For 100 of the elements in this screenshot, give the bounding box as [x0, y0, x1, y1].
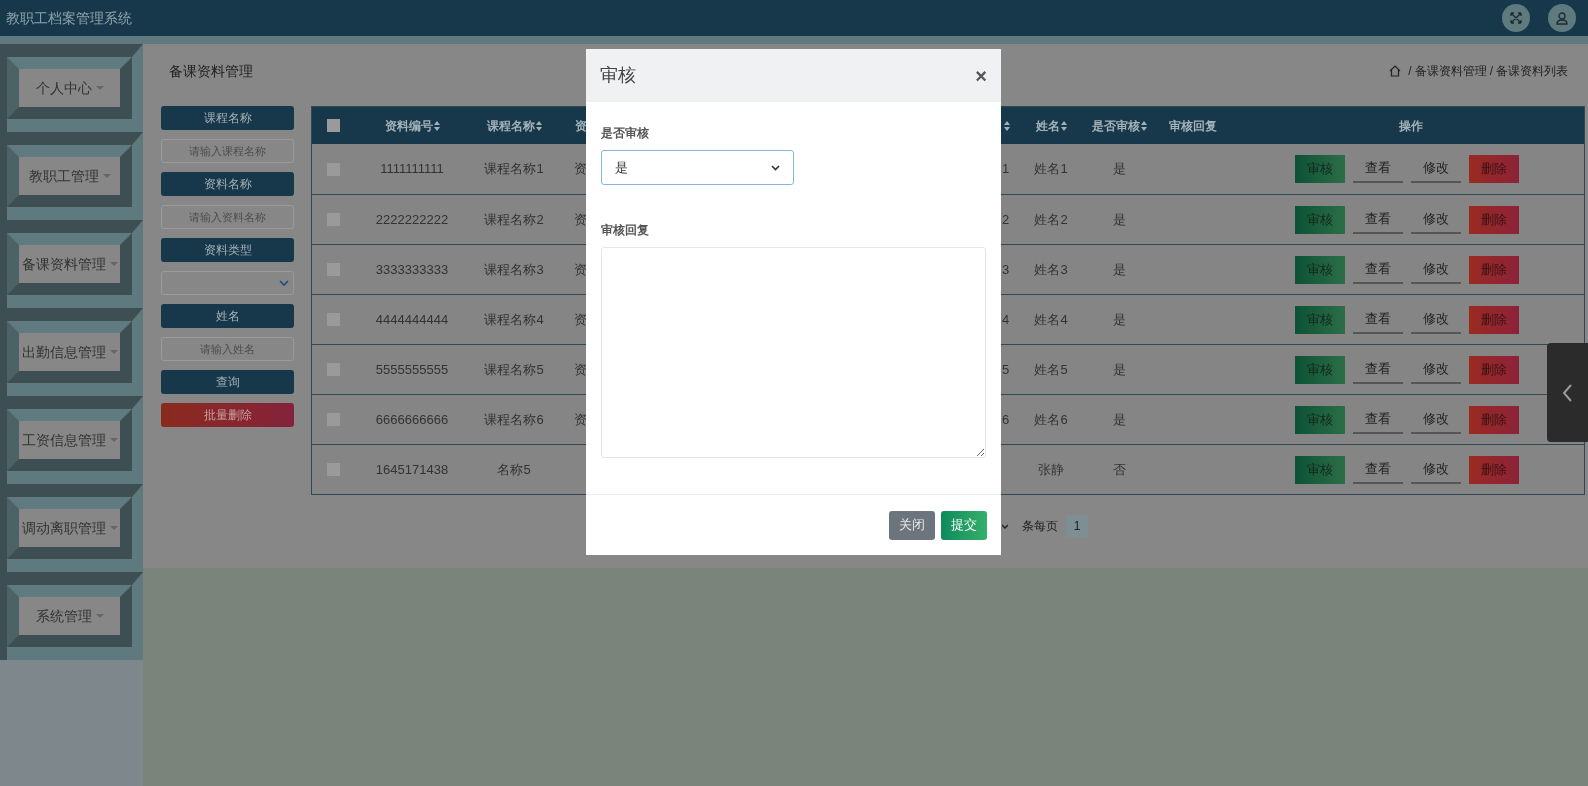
delete-button[interactable]: 删除 [1468, 155, 1519, 183]
table-cell-text: 资 [574, 160, 587, 179]
table-cell-text: 是 [1112, 310, 1126, 329]
delete-button[interactable]: 删除 [1468, 455, 1519, 484]
sidebar-item[interactable]: 教职工管理 [19, 157, 120, 195]
table-cell-text: 是 [1112, 410, 1126, 429]
table-cell-text: 课程名称6 [484, 410, 544, 429]
edit-button[interactable]: 修改 [1410, 455, 1461, 484]
table-cell-text: 课程名称2 [484, 210, 544, 229]
view-button[interactable]: 查看 [1352, 455, 1403, 484]
table-cell-text: 是 [1112, 160, 1126, 179]
sidebar-item[interactable]: 备课资料管理 [19, 245, 120, 283]
fullscreen-button[interactable] [1502, 4, 1530, 32]
caret-icon [109, 350, 118, 354]
caret-icon [109, 438, 118, 442]
edit-button[interactable]: 修改 [1410, 255, 1461, 284]
caret-icon [109, 526, 118, 530]
edit-button[interactable]: 修改 [1410, 155, 1461, 183]
edit-button[interactable]: 修改 [1410, 405, 1461, 434]
table-cell-text: 资 [574, 210, 587, 229]
table-cell-text: 是 [1112, 360, 1126, 379]
delete-button[interactable]: 删除 [1468, 355, 1519, 384]
column-header: 操作 [1398, 117, 1423, 135]
batch-delete-button[interactable]: 批量删除 [161, 403, 294, 427]
field-label: 审核回复 [601, 222, 650, 239]
delete-button[interactable]: 删除 [1468, 305, 1519, 334]
view-button[interactable]: 查看 [1352, 355, 1403, 384]
table-cell-text: 2 [1002, 210, 1010, 229]
table-cell-text: 资 [574, 410, 587, 429]
view-button[interactable]: 查看 [1352, 305, 1403, 334]
sidebar-item[interactable]: 工资信息管理 [19, 421, 120, 459]
page-button[interactable]: 1 [1066, 515, 1088, 537]
close-button[interactable]: × [975, 65, 987, 86]
column-header: 审核回复 [1169, 117, 1217, 135]
delete-button[interactable]: 删除 [1468, 255, 1519, 284]
caret-icon [95, 614, 104, 618]
caret-icon [102, 174, 111, 178]
chevron-left-icon [1562, 383, 1573, 402]
column-header: 资 [575, 117, 587, 135]
chevron-icon [771, 164, 780, 171]
checkbox[interactable] [326, 119, 340, 132]
delete-button[interactable]: 删除 [1468, 205, 1519, 234]
table-cell-text: 资 [574, 260, 587, 279]
filter-label: 资料类型 [161, 238, 294, 262]
caret-icon [95, 86, 104, 90]
app-title: 教职工档案管理系统 [6, 8, 132, 28]
sidebar-item[interactable]: 个人中心 [19, 69, 120, 107]
table-cell-text: 姓名4 [1034, 310, 1068, 329]
table-cell-text: 姓名5 [1034, 360, 1068, 379]
view-button[interactable]: 查看 [1352, 405, 1403, 434]
table-cell-text: 否 [1112, 460, 1126, 479]
user-button[interactable] [1548, 4, 1576, 32]
column-header: 是否审核 [1091, 117, 1140, 135]
reply-textarea[interactable] [601, 247, 986, 458]
table-cell-text: 姓名2 [1034, 210, 1068, 229]
filter-label: 课程名称 [161, 106, 294, 130]
breadcrumb-link[interactable]: 备课资料列表 [1496, 62, 1568, 80]
view-button[interactable]: 查看 [1352, 155, 1403, 183]
close-dialog-button[interactable]: 关闭 [889, 510, 935, 540]
caret-icon [109, 262, 118, 266]
table-cell-text: 4 [1002, 310, 1010, 329]
table-cell-text: 5 [1002, 360, 1010, 379]
table-cell-text: 6666666666 [375, 410, 449, 429]
view-button[interactable]: 查看 [1352, 255, 1403, 284]
table-cell-text: 1 [1002, 160, 1010, 179]
table-cell-text: 5555555555 [375, 360, 449, 379]
edit-button[interactable]: 修改 [1410, 355, 1461, 384]
side-panel-toggle[interactable] [1547, 343, 1588, 442]
edit-button[interactable]: 修改 [1410, 205, 1461, 234]
table-cell-text: 姓名3 [1034, 260, 1068, 279]
table-cell-text: 是 [1112, 210, 1126, 229]
type-select[interactable] [161, 271, 294, 295]
search-button[interactable]: 查询 [161, 370, 294, 394]
table-cell-text: 名称5 [497, 460, 531, 479]
page-title: 备课资料管理 [169, 61, 253, 81]
sidebar-item[interactable]: 系统管理 [19, 597, 120, 635]
table-cell-text: 课程名称1 [484, 160, 544, 179]
table-cell-text: 2222222222 [375, 210, 449, 229]
view-button[interactable]: 查看 [1352, 205, 1403, 234]
table-cell-text: 资 [574, 360, 587, 379]
chevron-icon [279, 280, 289, 286]
table-cell-text: 课程名称4 [484, 310, 544, 329]
audit-select[interactable]: 是 [601, 150, 794, 185]
sidebar-item[interactable]: 调动离职管理 [19, 509, 120, 547]
edit-button[interactable]: 修改 [1410, 305, 1461, 334]
column-header: 课程名称 [486, 117, 535, 135]
breadcrumb-separator: / [1489, 63, 1493, 80]
page-size-label: 条每页 [1022, 518, 1058, 535]
table-cell-text: 1111111111 [380, 160, 444, 179]
table-cell-text: 张静 [1038, 460, 1064, 479]
submit-button[interactable]: 提交 [941, 510, 987, 540]
expand-icon [1509, 11, 1523, 25]
column-header: 资料编号 [384, 117, 433, 135]
breadcrumb-separator: / [1408, 63, 1412, 80]
user-icon [1555, 11, 1569, 25]
sidebar-item[interactable]: 出勤信息管理 [19, 333, 120, 371]
home-icon [1389, 65, 1402, 77]
table-cell-text: 课程名称3 [484, 260, 544, 279]
delete-button[interactable]: 删除 [1468, 405, 1519, 434]
breadcrumb-link[interactable]: 备课资料管理 [1414, 62, 1487, 80]
